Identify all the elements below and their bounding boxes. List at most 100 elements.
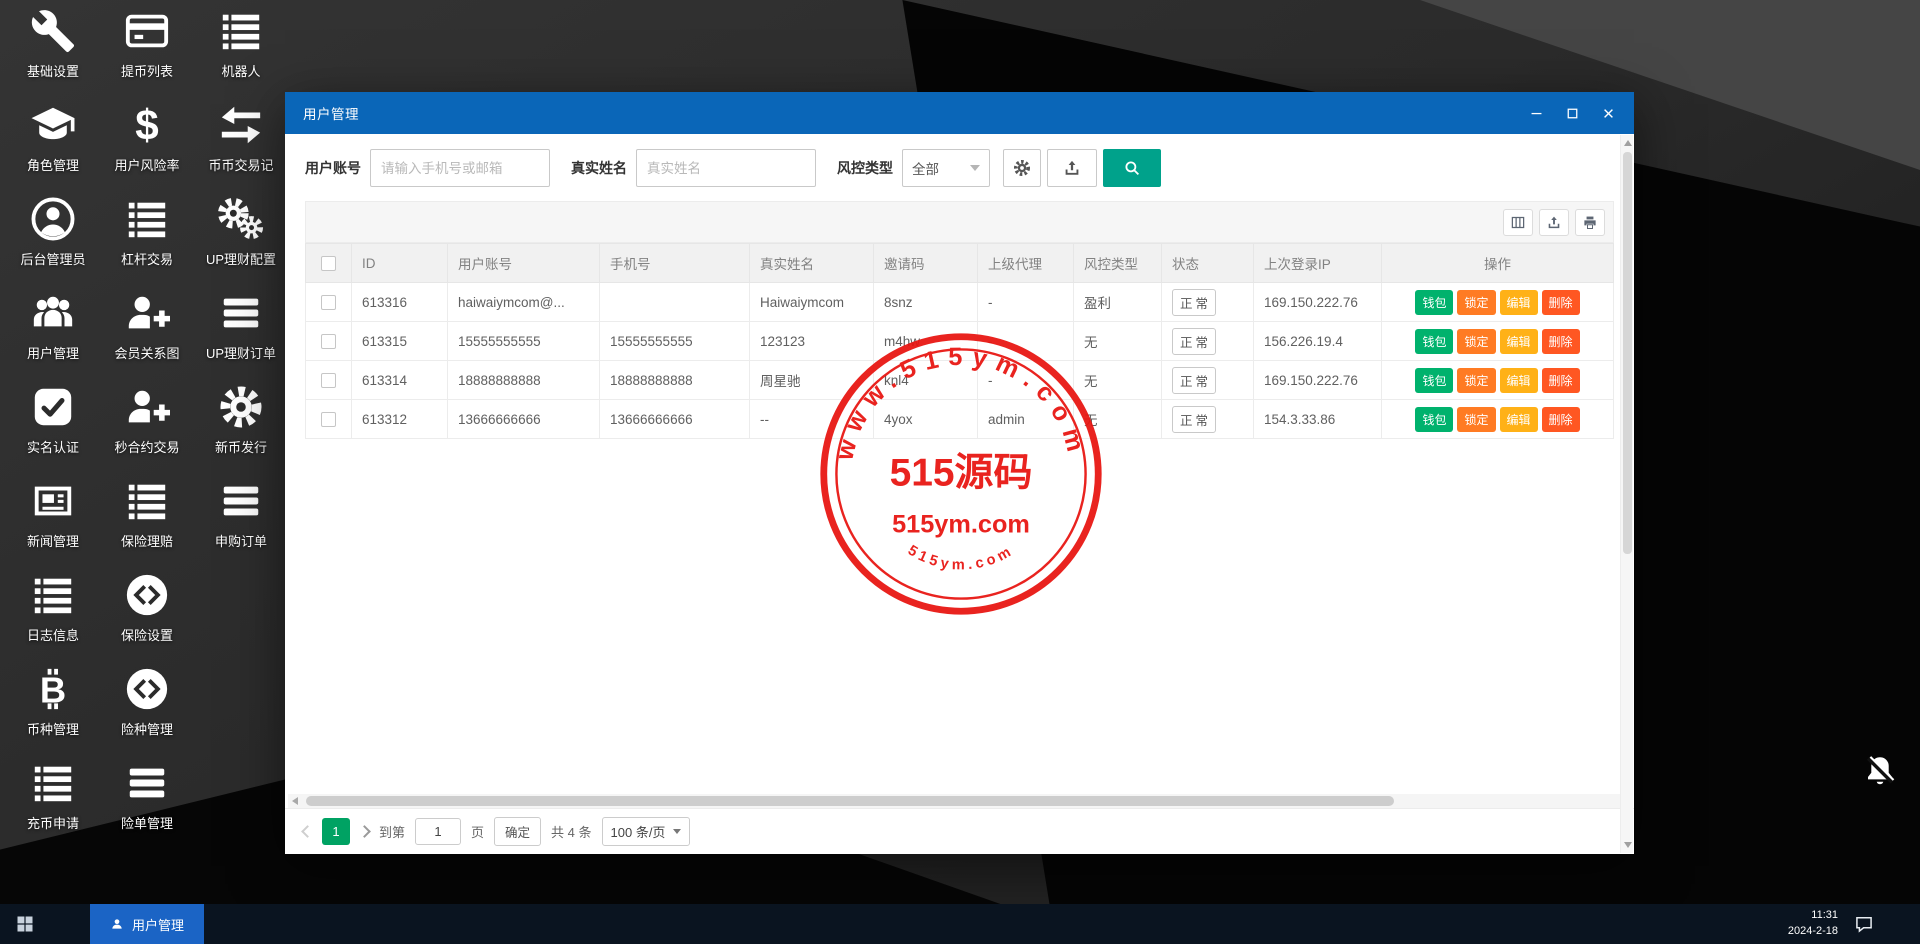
column-header: 真实姓名 (749, 243, 874, 283)
cell-account: haiwaiymcom@... (447, 282, 600, 322)
desktop-icon-news-management[interactable]: 新闻管理 (6, 478, 100, 550)
minimize-button[interactable] (1518, 98, 1554, 128)
grid-spacer (194, 666, 288, 738)
goto-page-input[interactable] (415, 818, 462, 845)
search-icon (1122, 159, 1142, 177)
page-size-value: 100 条/页 (610, 825, 666, 840)
arrows-icon (218, 102, 264, 148)
desktop-icon-withdraw-list[interactable]: 提币列表 (100, 8, 194, 80)
desktop-icon-basic-settings[interactable]: 基础设置 (6, 8, 100, 80)
desktop-icon-user-management[interactable]: 用户管理 (6, 290, 100, 362)
delete-button[interactable]: 删除 (1541, 289, 1580, 315)
bell-slash-icon[interactable] (1862, 753, 1898, 789)
status-badge: 正常 (1172, 288, 1217, 316)
maximize-button[interactable] (1554, 98, 1590, 128)
cell-risk-type: 盈利 (1073, 282, 1162, 322)
settings-button[interactable] (1003, 149, 1041, 187)
scroll-down-arrow[interactable] (1621, 838, 1634, 852)
start-button[interactable] (0, 904, 50, 944)
lock-button[interactable]: 锁定 (1457, 367, 1496, 393)
risk-type-select[interactable]: 全部 (902, 149, 990, 187)
desktop-icon-insurance-settings[interactable]: 保险设置 (100, 572, 194, 644)
chat-icon[interactable] (1854, 914, 1874, 934)
page-size-select[interactable]: 100 条/页 (601, 817, 691, 846)
desktop-icon-insurance-type-management[interactable]: 险种管理 (100, 666, 194, 738)
print-button[interactable] (1575, 208, 1605, 236)
lock-button[interactable]: 锁定 (1457, 406, 1496, 432)
lock-button[interactable]: 锁定 (1457, 328, 1496, 354)
delete-button[interactable]: 删除 (1541, 367, 1580, 393)
person-circle-icon (30, 196, 76, 242)
filter-bar: 用户账号 真实姓名 风控类型 全部 (285, 134, 1634, 201)
desktop-icon-up-finance-config[interactable]: UP理财配置 (194, 196, 288, 268)
status-badge: 正常 (1172, 327, 1217, 355)
user-table: ID 用户账号 手机号 真实姓名 邀请码 上级代理 风控类型 状态 上次登录IP 操作 61331… (305, 243, 1614, 794)
vertical-scrollbar[interactable] (1620, 135, 1633, 853)
edit-button[interactable]: 编辑 (1499, 328, 1538, 354)
realname-input[interactable] (636, 149, 816, 187)
desktop-icon-new-coin-issue[interactable]: 新币发行 (194, 384, 288, 456)
desktop-icon-subscription-order[interactable]: 申购订单 (194, 478, 288, 550)
taskbar-task-user-management[interactable]: 用户管理 (90, 904, 205, 944)
desktop-icon-backend-admin[interactable]: 后台管理员 (6, 196, 100, 268)
export-button[interactable] (1047, 149, 1097, 187)
select-all-checkbox[interactable] (321, 255, 336, 271)
prev-page-button[interactable] (301, 825, 314, 838)
desktop-icon-user-risk-rate[interactable]: $ 用户风险率 (100, 102, 194, 174)
desktop-icon-policy-management[interactable]: 险单管理 (100, 760, 194, 832)
horizontal-scroll-thumb[interactable] (306, 796, 1394, 806)
lock-button[interactable]: 锁定 (1457, 289, 1496, 315)
search-button[interactable] (1103, 149, 1161, 187)
next-page-button[interactable] (358, 825, 371, 838)
risk-type-value: 全部 (912, 162, 939, 177)
vertical-scroll-thumb[interactable] (1623, 152, 1632, 555)
desktop-icon-realname-auth[interactable]: 实名认证 (6, 384, 100, 456)
desktop-icon-label: 险单管理 (120, 816, 173, 831)
window-titlebar[interactable]: 用户管理 (285, 92, 1634, 134)
edit-button[interactable]: 编辑 (1499, 289, 1538, 315)
cell-last-ip: 154.3.33.86 (1253, 399, 1382, 439)
wallet-button[interactable]: 钱包 (1415, 406, 1454, 432)
delete-button[interactable]: 删除 (1541, 328, 1580, 354)
desktop-icon-up-finance-order[interactable]: UP理财订单 (194, 290, 288, 362)
confirm-button[interactable]: 确定 (494, 817, 542, 846)
desktop-icon-recharge-apply[interactable]: 充币申请 (6, 760, 100, 832)
row-checkbox[interactable] (321, 411, 336, 427)
desktop-icon-log-info[interactable]: 日志信息 (6, 572, 100, 644)
risk-type-label: 风控类型 (837, 160, 893, 176)
desktop-icon-member-relation-map[interactable]: 会员关系图 (100, 290, 194, 362)
desktop-icon-grid: 基础设置 提币列表 机器人角色管理 $ 用户风险率 币币交易记后台管理员 杠杆交易 UP理财配… (6, 8, 288, 832)
columns-button[interactable] (1503, 208, 1533, 236)
scroll-left-arrow[interactable] (288, 794, 302, 808)
edit-button[interactable]: 编辑 (1499, 406, 1538, 432)
desktop-icon-leverage-trade[interactable]: 杠杆交易 (100, 196, 194, 268)
row-actions: 钱包 锁定 编辑 删除 (1381, 321, 1614, 361)
account-input[interactable] (370, 149, 550, 187)
taskbar-clock[interactable]: 11:31 2024-2-18 (1788, 908, 1838, 940)
desktop-icon-second-contract-trade[interactable]: 秒合约交易 (100, 384, 194, 456)
svg-text:$: $ (135, 102, 158, 148)
delete-button[interactable]: 删除 (1541, 406, 1580, 432)
scroll-up-arrow[interactable] (1621, 136, 1634, 150)
column-header: 状态 (1161, 243, 1254, 283)
pagination-bar: 1 到第 页 确定 共 4 条 100 条/页 (285, 808, 1634, 854)
current-page-button[interactable]: 1 (322, 818, 350, 845)
row-checkbox[interactable] (321, 333, 336, 349)
desktop-icon-robot[interactable]: 机器人 (194, 8, 288, 80)
desktop-icon-coin-trade-record[interactable]: 币币交易记 (194, 102, 288, 174)
export-button[interactable] (1539, 208, 1569, 236)
row-checkbox[interactable] (321, 372, 336, 388)
wallet-button[interactable]: 钱包 (1415, 328, 1454, 354)
wallet-button[interactable]: 钱包 (1415, 367, 1454, 393)
desktop-icon-role-management[interactable]: 角色管理 (6, 102, 100, 174)
desktop-icon-insurance-claims[interactable]: 保险理赔 (100, 478, 194, 550)
desktop-icon-label: UP理财订单 (205, 346, 277, 361)
close-button[interactable] (1590, 98, 1626, 128)
column-header: ID (351, 243, 448, 283)
edit-button[interactable]: 编辑 (1499, 367, 1538, 393)
desktop-icon-label: 机器人 (221, 64, 261, 79)
wallet-button[interactable]: 钱包 (1415, 289, 1454, 315)
desktop-icon-coin-management[interactable]: B 币种管理 (6, 666, 100, 738)
horizontal-scrollbar[interactable] (288, 794, 1631, 808)
row-checkbox[interactable] (321, 294, 336, 310)
